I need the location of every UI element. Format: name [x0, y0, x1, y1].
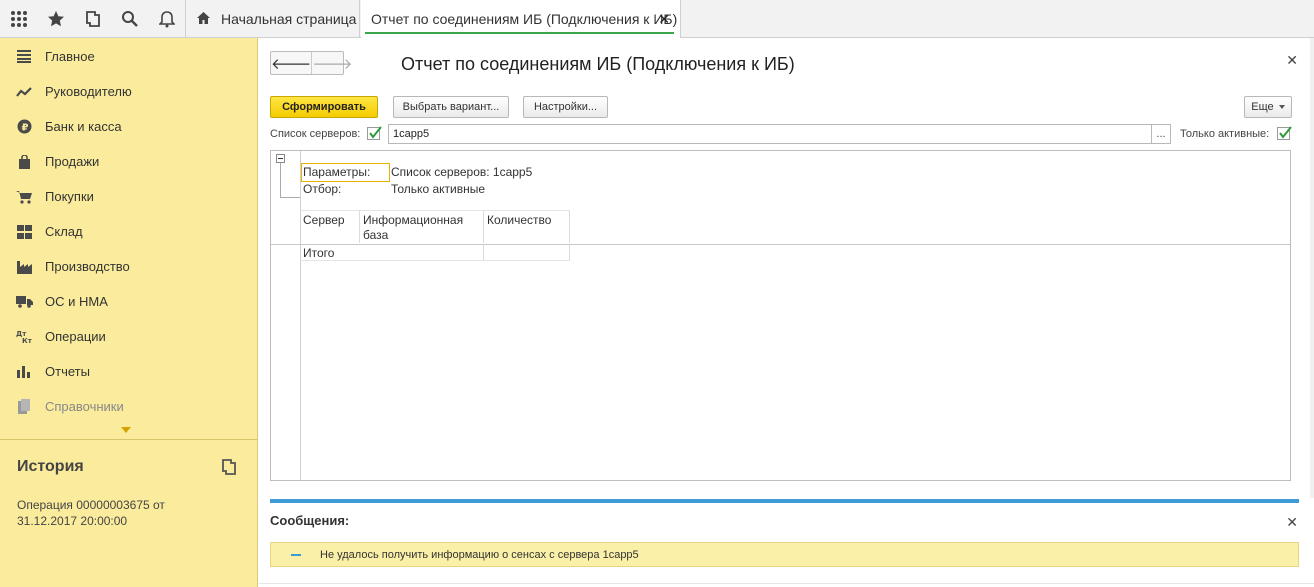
sidebar-item-label: Справочники: [45, 399, 124, 414]
column-header-count: Количество: [484, 210, 570, 243]
apps-grid-icon[interactable]: [0, 0, 37, 38]
bar-chart-icon: [15, 363, 33, 381]
star-icon[interactable]: [37, 0, 74, 38]
check-icon: [369, 126, 382, 139]
sidebar-item-purchases[interactable]: Покупки: [0, 179, 257, 214]
sidebar-item-warehouse[interactable]: Склад: [0, 214, 257, 249]
books-icon: [15, 398, 33, 416]
more-button-label: Еще: [1251, 101, 1274, 113]
more-button[interactable]: Еще: [1244, 96, 1292, 118]
sidebar-item-label: Отчеты: [45, 364, 90, 379]
menu-lines-icon: [15, 48, 33, 66]
close-icon[interactable]: ✕: [1286, 52, 1298, 69]
collapse-group-icon[interactable]: [276, 154, 285, 163]
messages-close-icon[interactable]: ✕: [1286, 514, 1298, 531]
back-arrow-icon[interactable]: 🡐: [271, 52, 313, 74]
sidebar-item-label: Банк и касса: [45, 119, 122, 134]
messages-title: Сообщения:: [270, 513, 350, 528]
generate-button[interactable]: Сформировать: [270, 96, 378, 118]
search-icon[interactable]: [111, 0, 148, 38]
tab-report[interactable]: Отчет по соединениям ИБ (Подключения к И…: [361, 0, 681, 38]
sidebar-item-label: Продажи: [45, 154, 100, 169]
tab-close-icon[interactable]: ✕: [658, 11, 670, 28]
active-only-checkbox[interactable]: [1277, 126, 1292, 140]
total-count-cell: [484, 245, 570, 261]
report-document[interactable]: Параметры: Список серверов: 1capp5 Отбор…: [270, 150, 1291, 481]
bottom-strip: [259, 583, 1314, 587]
active-only-label: Только активные:: [1180, 128, 1270, 140]
sidebar-item-reports[interactable]: Отчеты: [0, 354, 257, 389]
section-nav: Главное Руководителю ₽ Банк и касса Прод…: [0, 38, 257, 438]
sidebar-item-label: Склад: [45, 224, 83, 239]
sidebar-item-label: Руководителю: [45, 84, 132, 99]
column-header-infobase: Информационная база: [360, 210, 484, 243]
servers-checkbox[interactable]: [367, 126, 382, 140]
message-item[interactable]: Не удалось получить информацию о сенсах …: [270, 542, 1299, 567]
filter-value: Только активные: [391, 182, 486, 196]
sidebar-item-label: Производство: [45, 259, 130, 274]
sidebar: Главное Руководителю ₽ Банк и касса Прод…: [0, 38, 258, 587]
servers-label: Список серверов:: [270, 128, 361, 140]
sidebar-item-label: ОС и НМА: [45, 294, 108, 309]
vertical-scrollbar[interactable]: [1310, 38, 1314, 498]
cart-icon: [15, 188, 33, 206]
report-form: 🡐 🡒 Отчет по соединениям ИБ (Подключения…: [259, 38, 1314, 587]
group-bracket: [280, 163, 281, 197]
grouping-gutter: [300, 151, 301, 480]
params-label: Параметры:: [303, 165, 371, 179]
history-title: История: [17, 458, 84, 475]
warehouse-grid-icon: [15, 223, 33, 241]
messages-divider: [270, 499, 1299, 503]
tab-report-label: Отчет по соединениям ИБ (Подключения к И…: [371, 11, 678, 27]
filter-label: Отбор:: [303, 182, 342, 196]
bell-icon[interactable]: [148, 0, 185, 38]
column-header-server: Сервер: [300, 210, 360, 243]
message-marker-icon: [291, 553, 301, 556]
message-text: Не удалось получить информацию о сенсах …: [320, 548, 639, 561]
sidebar-item-operations[interactable]: Дт Кт Операции: [0, 319, 257, 354]
params-value: Список серверов: 1capp5: [391, 165, 533, 179]
sidebar-item-label: Операции: [45, 329, 106, 344]
sidebar-item-bank[interactable]: ₽ Банк и касса: [0, 109, 257, 144]
trend-icon: [15, 83, 33, 101]
select-variant-button[interactable]: Выбрать вариант...: [393, 96, 509, 118]
svg-text:₽: ₽: [21, 123, 28, 134]
settings-button[interactable]: Настройки...: [523, 96, 608, 118]
sidebar-item-sales[interactable]: Продажи: [0, 144, 257, 179]
forward-arrow-icon[interactable]: 🡒: [312, 52, 352, 74]
sidebar-item-production[interactable]: Производство: [0, 249, 257, 284]
history-entry[interactable]: Операция 00000003675 от 31.12.2017 20:00…: [17, 497, 217, 529]
top-bar: Начальная страница Отчет по соединениям …: [0, 0, 1314, 38]
total-label: Итого: [300, 245, 484, 261]
sidebar-item-catalogs[interactable]: Справочники: [0, 389, 257, 424]
sidebar-item-label: Главное: [45, 49, 95, 64]
svg-text:Кт: Кт: [22, 337, 32, 344]
truck-icon: [15, 293, 33, 311]
page-title: Отчет по соединениям ИБ (Подключения к И…: [401, 54, 795, 74]
sidebar-item-label: Покупки: [45, 189, 94, 204]
home-icon: [196, 11, 211, 28]
check-icon: [1279, 126, 1292, 139]
servers-select-button[interactable]: ...: [1151, 124, 1171, 144]
shopping-bag-icon: [15, 153, 33, 171]
active-tab-indicator: [365, 32, 674, 34]
scroll-more-icon[interactable]: [121, 427, 131, 433]
tab-home[interactable]: Начальная страница: [185, 0, 360, 38]
sidebar-item-manager[interactable]: Руководителю: [0, 74, 257, 109]
ruble-coin-icon: ₽: [15, 118, 33, 136]
sidebar-item-main[interactable]: Главное: [0, 39, 257, 74]
servers-input[interactable]: 1capp5: [388, 124, 1152, 144]
navigation-buttons: 🡐 🡒: [270, 51, 352, 75]
factory-icon: [15, 258, 33, 276]
history-divider: [0, 439, 257, 440]
tab-home-label: Начальная страница: [221, 11, 357, 27]
sidebar-item-assets[interactable]: ОС и НМА: [0, 284, 257, 319]
history-icon[interactable]: [74, 0, 111, 38]
history-icon[interactable]: [221, 458, 239, 476]
dt-kt-icon: Дт Кт: [15, 328, 33, 346]
chevron-down-icon: [1278, 105, 1285, 109]
group-bracket-foot: [280, 197, 300, 198]
